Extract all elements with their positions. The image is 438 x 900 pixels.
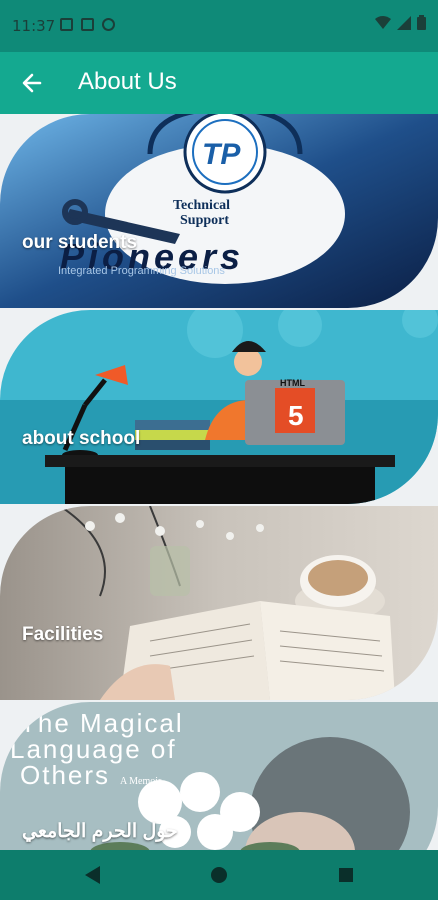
svg-text:Others: Others — [20, 760, 110, 790]
image-notification-icon — [60, 18, 73, 31]
page-title: About Us — [78, 68, 177, 95]
card-about-school[interactable]: HTML 5 about school — [0, 310, 438, 504]
svg-text:Support: Support — [180, 213, 229, 228]
developer-illustration-image: HTML 5 — [0, 310, 438, 504]
card-label: Facilities — [22, 624, 104, 645]
card-label: about school — [22, 428, 141, 449]
status-bar: 11:37 — [0, 0, 438, 52]
status-time: 11:37 — [12, 17, 56, 35]
card-label: our students — [22, 232, 138, 253]
svg-text:Integrated Programming Solutio: Integrated Programming Solutions — [58, 265, 225, 277]
svg-text:5: 5 — [288, 400, 304, 431]
triangle-back-icon[interactable] — [82, 864, 102, 886]
logo-text: TP — [202, 138, 241, 171]
system-navigation-bar — [0, 850, 438, 900]
svg-text:Technical: Technical — [173, 198, 230, 213]
signal-icon — [397, 15, 411, 30]
card-our-students[interactable]: TP Technical Support Pioneers Integrated… — [0, 114, 438, 308]
circle-home-icon[interactable] — [209, 864, 229, 886]
system-icons — [375, 15, 426, 30]
technical-support-image: TP Technical Support Pioneers Integrated… — [0, 114, 438, 308]
about-list: TP Technical Support Pioneers Integrated… — [0, 114, 438, 850]
app-bar: About Us — [0, 52, 438, 114]
book-and-coffee-image — [0, 506, 438, 700]
card-about-campus[interactable]: The Magical Language of Others A Memoir … — [0, 702, 438, 850]
card-label: حول الحرم الجامعي — [22, 821, 178, 842]
sync-notification-icon — [102, 18, 115, 31]
wifi-icon — [375, 15, 391, 29]
arrow-left-icon[interactable] — [18, 68, 46, 98]
calendar-notification-icon — [81, 18, 94, 31]
notification-icons — [60, 18, 115, 31]
battery-icon — [417, 15, 426, 30]
card-facilities[interactable]: Facilities — [0, 506, 438, 700]
svg-text:HTML: HTML — [280, 378, 305, 388]
square-recents-icon[interactable] — [336, 864, 356, 886]
